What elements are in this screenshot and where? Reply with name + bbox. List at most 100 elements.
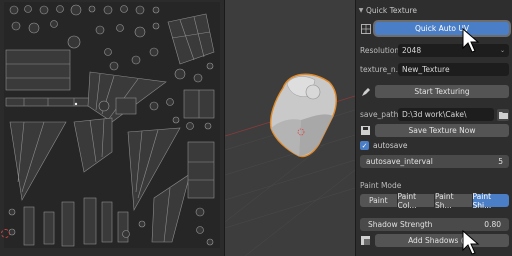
- paint-mode-tab-paint[interactable]: Paint: [360, 194, 397, 207]
- uv-island: [39, 5, 49, 15]
- uv-island: [9, 5, 19, 15]
- uv-island: [5, 49, 71, 91]
- panel-header[interactable]: ▼ Quick Texture: [356, 3, 512, 17]
- save-texture-row: Save Texture Now: [360, 124, 509, 137]
- uv-island: [109, 61, 119, 71]
- uv-island: [149, 47, 159, 57]
- uv-island: [70, 4, 82, 16]
- uv-island: [98, 100, 110, 112]
- start-texturing-button[interactable]: Start Texturing: [375, 85, 509, 98]
- uv-icon: [360, 23, 371, 34]
- uv-island: [206, 238, 214, 246]
- paint-mode-tabs: Paint Paint Col... Paint Sh... Paint Shi…: [360, 191, 509, 210]
- save-path-input[interactable]: D:\3d work\Cake\: [398, 108, 494, 121]
- uv-island: [116, 24, 124, 32]
- quick-auto-uv-button[interactable]: Quick Auto UV: [375, 22, 509, 35]
- cursor-icon: [462, 28, 480, 53]
- paint-mode-tab-paint-shine[interactable]: Paint Shi...: [472, 191, 509, 210]
- paint-mode-header: Paint Mode: [360, 181, 509, 190]
- paint-mode-tab-paint-color[interactable]: Paint Col...: [397, 191, 434, 210]
- start-texturing-label: Start Texturing: [414, 87, 470, 96]
- uv-island: [28, 22, 40, 34]
- resolution-row: Resolution: 2048 ⌄: [360, 44, 509, 57]
- panel-title: Quick Texture: [366, 5, 418, 15]
- save-path-row: save_path: D:\3d work\Cake\: [360, 108, 509, 121]
- save-texture-button[interactable]: Save Texture Now: [375, 124, 509, 137]
- uv-island: [186, 122, 194, 130]
- paint-icon: [360, 86, 371, 97]
- uv-island: [135, 5, 145, 15]
- texture-name-row: texture_n... New_Texture: [360, 63, 509, 76]
- uv-island: [11, 21, 21, 31]
- uv-islands-canvas[interactable]: [4, 2, 220, 248]
- texture-name-input[interactable]: New_Texture: [398, 63, 509, 76]
- shadow-strength-row: Shadow Strength 0.80: [360, 218, 509, 231]
- uv-island: [8, 208, 16, 216]
- uv-island: [61, 201, 75, 247]
- autosave-interval-label: autosave_interval: [366, 157, 433, 166]
- uv-island: [5, 97, 103, 107]
- save-path-label: save_path:: [360, 110, 401, 119]
- autosave-row: ✓ autosave: [360, 141, 509, 150]
- cake-cherry: [305, 84, 321, 100]
- uv-island: [196, 226, 204, 234]
- uv-island: [193, 73, 203, 83]
- uv-2d-cursor-icon: [1, 229, 10, 238]
- uv-island: [67, 35, 81, 49]
- uv-island: [172, 116, 180, 124]
- cake-slice-model: [269, 73, 337, 158]
- paint-mode-tab-label: Paint: [368, 196, 388, 205]
- autosave-interval-row: autosave_interval 5: [360, 155, 509, 168]
- paint-mode-tab-label: Paint Shi...: [472, 191, 492, 210]
- resolution-label: Resolution:: [360, 46, 402, 55]
- uv-island: [174, 68, 186, 80]
- shadow-strength-label: Shadow Strength: [368, 220, 433, 229]
- uv-island: [43, 211, 55, 245]
- uv-editor[interactable]: [0, 0, 225, 256]
- uv-island: [50, 20, 58, 28]
- uv-island: [120, 5, 128, 13]
- start-texturing-row: Start Texturing: [360, 85, 509, 98]
- uv-island: [24, 5, 32, 13]
- uv-island: [122, 230, 130, 238]
- add-shadows-row: Add Shadows (A...: [360, 234, 509, 247]
- cake-front: [299, 114, 333, 156]
- quick-auto-uv-row: Quick Auto UV: [360, 22, 509, 35]
- uv-island: [206, 62, 214, 70]
- uv-island: [152, 6, 160, 14]
- texture-name-label: texture_n...: [360, 65, 403, 74]
- autosave-checkbox[interactable]: ✓: [360, 141, 369, 150]
- resolution-value: 2048: [402, 46, 422, 55]
- resolution-select[interactable]: 2048 ⌄: [398, 44, 509, 57]
- uv-island: [23, 206, 35, 246]
- uv-island: [95, 25, 105, 35]
- quick-texture-panel: ▼ Quick Texture Quick Auto UV Resolution…: [355, 0, 512, 256]
- uv-island: [83, 197, 97, 245]
- save-icon: [360, 125, 371, 136]
- paint-mode-label: Paint Mode: [360, 181, 402, 190]
- paint-mode-tab-label: Paint Col...: [397, 191, 417, 210]
- autosave-interval-value: 5: [498, 157, 503, 166]
- 3d-viewport[interactable]: [225, 0, 355, 256]
- shadow-strength-slider[interactable]: Shadow Strength 0.80: [360, 218, 509, 231]
- folder-icon[interactable]: [497, 108, 509, 121]
- texture-name-value: New_Texture: [402, 65, 450, 74]
- uv-island: [149, 101, 159, 111]
- autosave-interval-field[interactable]: autosave_interval 5: [360, 155, 509, 168]
- uv-island: [131, 55, 141, 65]
- uv-island: [103, 5, 113, 15]
- add-shadows-button[interactable]: Add Shadows (A...: [375, 234, 509, 247]
- save-path-value: D:\3d work\Cake\: [402, 110, 467, 119]
- uv-island: [204, 122, 212, 130]
- uv-cursor-dot: [74, 102, 78, 106]
- viewport-scene[interactable]: [225, 0, 355, 256]
- uv-island: [56, 5, 64, 13]
- uv-island: [101, 201, 113, 243]
- paint-mode-tab-paint-shade[interactable]: Paint Sh...: [435, 192, 472, 210]
- quick-auto-uv-label: Quick Auto UV: [414, 24, 469, 33]
- uv-island: [115, 97, 137, 115]
- uv-island: [187, 141, 215, 199]
- autosave-label: autosave: [373, 141, 408, 150]
- uv-island: [195, 207, 205, 217]
- chevron-down-icon[interactable]: ▼: [356, 7, 366, 14]
